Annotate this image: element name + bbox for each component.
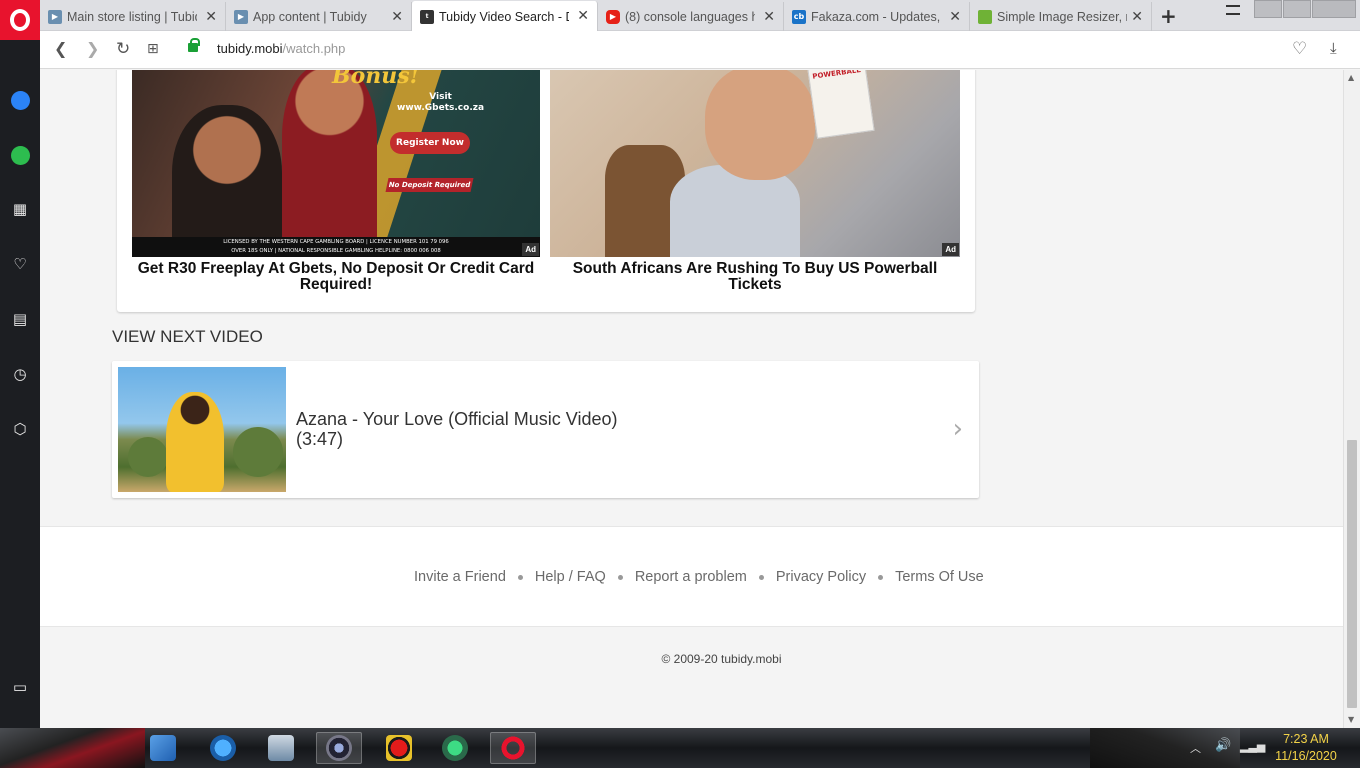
extensions-icon[interactable]: ⬡ <box>10 419 30 439</box>
close-window-button[interactable] <box>1312 0 1356 18</box>
chevron-right-icon[interactable]: › <box>953 414 963 444</box>
ad-badge: Ad <box>522 243 539 256</box>
gbets-ad-image[interactable]: Bonus! Visit www.Gbets.co.za Register Now… <box>132 70 540 257</box>
reload-icon[interactable]: ↻ <box>116 39 130 59</box>
play-console-icon: ▶ <box>234 9 248 24</box>
whatsapp-icon[interactable] <box>10 145 30 165</box>
page-content: Bonus! Visit www.Gbets.co.za Register Now… <box>40 70 1343 728</box>
url-field[interactable]: tubidy.mobi/watch.php <box>217 41 345 56</box>
footer-links: Invite a Friend Help / FAQ Report a prob… <box>414 569 984 585</box>
tab-main-store-listing[interactable]: ▶ Main store listing | Tubid ✕ <box>40 2 226 31</box>
system-clock[interactable]: 7:23 AM 11/16/2020 <box>1270 731 1342 765</box>
speed-dial-icon[interactable]: ▦ <box>10 199 30 219</box>
image-resizer-favicon-icon <box>978 9 992 24</box>
tab-fakaza[interactable]: cb Fakaza.com - Updates, N ✕ <box>784 2 970 31</box>
scroll-up-icon[interactable]: ▲ <box>1348 73 1354 82</box>
opera-menu-button[interactable] <box>0 0 40 40</box>
camera-app-icon[interactable] <box>316 732 362 764</box>
close-tab-icon[interactable]: ✕ <box>205 9 217 25</box>
back-icon[interactable]: ❮ <box>54 39 67 58</box>
media-player-icon[interactable] <box>200 732 246 764</box>
video-title[interactable]: Azana - Your Love (Official Music Video)… <box>296 409 618 449</box>
maximize-button[interactable] <box>1283 0 1311 18</box>
ad-person <box>705 70 815 180</box>
minimize-button[interactable] <box>1254 0 1282 18</box>
view-next-video-heading: VIEW NEXT VIDEO <box>112 327 263 346</box>
ad-person <box>282 70 377 245</box>
file-explorer-icon[interactable] <box>140 732 186 764</box>
close-tab-icon[interactable]: ✕ <box>763 9 775 25</box>
address-bar: ❮ ❯ ↻ ⊞ tubidy.mobi/watch.php ♡ ⤓ <box>40 31 1360 69</box>
history-icon[interactable]: ◷ <box>10 364 30 384</box>
footer-links-bar: Invite a Friend Help / FAQ Report a prob… <box>40 526 1343 627</box>
page-scrollbar[interactable]: ▲ ▼ <box>1343 70 1360 728</box>
opera-icon[interactable] <box>490 732 536 764</box>
tab-console-languages[interactable]: ▶ (8) console languages ha ✕ <box>598 2 784 31</box>
tab-app-content[interactable]: ▶ App content | Tubidy ✕ <box>226 2 412 31</box>
fakaza-favicon-icon: cb <box>792 9 806 24</box>
tab-menu-icon[interactable] <box>1226 5 1240 15</box>
youtube-icon: ▶ <box>606 9 620 24</box>
download-icon[interactable]: ⤓ <box>1330 39 1337 57</box>
powerball-ticket: POWERBALL <box>807 70 875 139</box>
ad-register-button: Register Now <box>390 132 470 154</box>
copyright-text: © 2009-20 tubidy.mobi <box>661 652 782 666</box>
forward-icon[interactable]: ❯ <box>86 39 99 58</box>
ad-card: Bonus! Visit www.Gbets.co.za Register Now… <box>117 70 975 312</box>
tray-chevron-icon[interactable]: ︿ <box>1190 740 1201 756</box>
powerball-ad-image[interactable]: POWERBALL Ad <box>550 70 960 257</box>
close-tab-icon[interactable]: ✕ <box>391 9 403 25</box>
ad-license-text: LICENSED BY THE WESTERN CAPE GAMBLING BO… <box>132 237 540 257</box>
scroll-down-icon[interactable]: ▼ <box>1348 715 1354 724</box>
remote-desktop-icon[interactable] <box>258 732 304 764</box>
new-tab-button[interactable]: + <box>1160 4 1177 28</box>
news-icon[interactable]: ▤ <box>10 309 30 329</box>
privacy-policy-link[interactable]: Privacy Policy <box>776 569 866 585</box>
close-tab-icon[interactable]: ✕ <box>1131 9 1143 25</box>
opera-logo-icon <box>10 9 30 31</box>
play-console-icon: ▶ <box>48 9 62 24</box>
android-studio-icon[interactable] <box>432 732 478 764</box>
sidebar-toggle-icon[interactable]: ▭ <box>10 677 30 697</box>
messenger-icon[interactable] <box>10 90 30 110</box>
ad-visit-text: Visit www.Gbets.co.za <box>397 92 485 113</box>
video-thumbnail[interactable] <box>118 367 286 492</box>
taskbar: ︿ 🔊 ▂▃▅ 7:23 AM 11/16/2020 <box>0 728 1360 768</box>
tubidy-favicon-icon: t <box>420 9 434 24</box>
secure-lock-icon[interactable] <box>188 38 200 52</box>
volume-icon[interactable]: 🔊 <box>1215 738 1231 753</box>
next-video-card[interactable]: Azana - Your Love (Official Music Video)… <box>112 361 979 498</box>
bookmark-heart-icon[interactable]: ♡ <box>1292 39 1307 59</box>
ad-headline: Bonus! <box>332 70 420 89</box>
tab-simple-image-resizer[interactable]: Simple Image Resizer, re ✕ <box>970 2 1152 31</box>
network-icon[interactable]: ▂▃▅ <box>1240 740 1265 753</box>
record-app-icon[interactable] <box>376 732 422 764</box>
ad-title-link[interactable]: South Africans Are Rushing To Buy US Pow… <box>550 261 960 293</box>
invite-friend-link[interactable]: Invite a Friend <box>414 569 506 585</box>
ad-tag: No Deposit Required <box>385 178 474 192</box>
ad-person <box>172 105 282 255</box>
close-tab-icon[interactable]: ✕ <box>577 8 589 24</box>
scrollbar-thumb[interactable] <box>1347 440 1357 708</box>
ad-title-link[interactable]: Get R30 Freeplay At Gbets, No Deposit Or… <box>132 261 540 293</box>
tab-strip: ▶ Main store listing | Tubid ✕ ▶ App con… <box>0 0 1360 40</box>
help-faq-link[interactable]: Help / FAQ <box>535 569 606 585</box>
tab-tubidy-video-search[interactable]: t Tubidy Video Search - Do ✕ <box>412 1 598 32</box>
ad-badge: Ad <box>942 243 959 256</box>
tabs-grid-icon[interactable]: ⊞ <box>147 41 159 57</box>
terms-of-use-link[interactable]: Terms Of Use <box>895 569 984 585</box>
bookmarks-icon[interactable]: ♡ <box>10 254 30 274</box>
start-button[interactable] <box>0 728 145 768</box>
report-problem-link[interactable]: Report a problem <box>635 569 747 585</box>
sidebar: ▦ ♡ ▤ ◷ ⬡ ▭ <box>0 40 40 728</box>
close-tab-icon[interactable]: ✕ <box>949 9 961 25</box>
